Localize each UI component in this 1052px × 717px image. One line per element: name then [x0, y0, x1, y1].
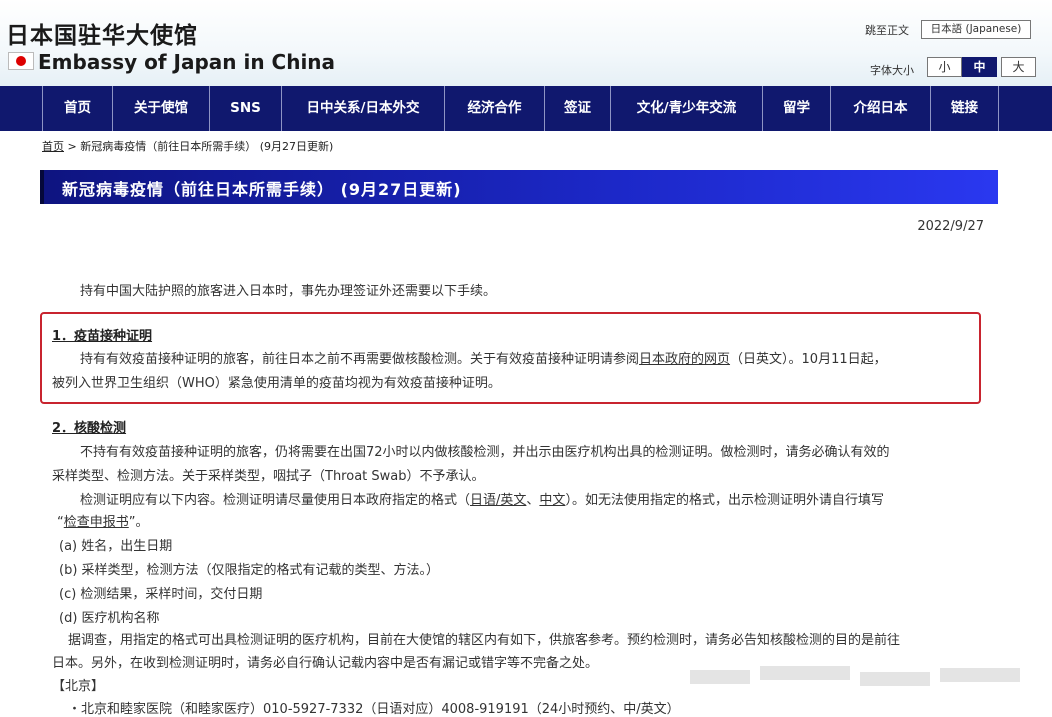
intro-text: 持有中国大陆护照的旅客进入日本时，事先办理签证外还需要以下手续。 — [80, 284, 497, 299]
section2-p1-line1: 不持有有效疫苗接种证明的旅客，仍将需要在出国72小时以内做核酸检测，并出示由医疗… — [80, 445, 890, 460]
nav-divider — [998, 86, 999, 131]
city-heading-beijing: 【北京】 — [52, 679, 105, 694]
nav-item-economy[interactable]: 经济合作 — [444, 86, 544, 131]
page-title: 新冠病毒疫情（前往日本所需手续） (9月27日更新) — [62, 180, 462, 199]
breadcrumb-separator: > — [67, 140, 77, 153]
format-cn-link[interactable]: 中文 — [539, 493, 565, 508]
section2-p2-sep: 、 — [526, 493, 540, 508]
section1-title: 1．疫苗接种证明 — [52, 329, 153, 344]
fontsize-medium-button[interactable]: 中 — [962, 57, 997, 77]
main-nav: 首页 关于使馆 SNS 日中关系/日本外交 经济合作 签证 文化/青少年交流 留… — [0, 86, 1052, 131]
list-item: (a) 姓名，出生日期 — [59, 539, 173, 554]
nav-item-culture[interactable]: 文化/青少年交流 — [610, 86, 762, 131]
page-title-banner: 新冠病毒疫情（前往日本所需手续） (9月27日更新) — [40, 170, 998, 204]
breadcrumb-current: 新冠病毒疫情（前往日本所需手续） (9月27日更新) — [80, 140, 334, 153]
section2-p3-line2: 日本。另外，在收到检测证明时，请务必自行确认记载内容中是否有漏记或错字等不完备之… — [52, 656, 599, 671]
section2-p1-line2: 采样类型、检测方法。关于采样类型，咽拭子（Throat Swab）不予承认。 — [52, 469, 485, 484]
section2-p2-text-b: ）。如无法使用指定的格式，出示检测证明外请自行填写 — [565, 493, 884, 508]
breadcrumb-home-link[interactable]: 首页 — [42, 140, 64, 153]
japan-govt-webpage-link[interactable]: 日本政府的网页 — [639, 352, 730, 367]
section1-line1: 持有有效疫苗接种证明的旅客，前往日本之前不再需要做核酸检测。关于有效疫苗接种证明… — [80, 348, 887, 367]
section2-p2-line1: 检测证明应有以下内容。检测证明请尽量使用日本政府指定的格式（日语/英文、中文）。… — [80, 489, 884, 508]
skip-to-content-link[interactable]: 跳至正文 — [865, 22, 909, 38]
nav-item-relations[interactable]: 日中关系/日本外交 — [281, 86, 444, 131]
japan-flag-icon — [8, 52, 34, 70]
format-jp-en-link[interactable]: 日语/英文 — [470, 493, 526, 508]
nav-item-about[interactable]: 关于使馆 — [112, 86, 209, 131]
site-title-en[interactable]: Embassy of Japan in China — [38, 50, 335, 74]
fontsize-large-button[interactable]: 大 — [1001, 57, 1036, 77]
breadcrumb: 首页 > 新冠病毒疫情（前往日本所需手续） (9月27日更新) — [42, 138, 333, 154]
site-title-jp[interactable]: 日本国驻华大使馆 — [6, 16, 198, 50]
list-item: (b) 采样类型，检测方法（仅限指定的格式有记载的类型、方法。） — [59, 563, 440, 578]
section1-text-b: （日英文）。10月11日起， — [730, 352, 887, 367]
declaration-form-link[interactable]: 检查申报书 — [64, 515, 129, 530]
section2-p2-line2: “检查申报书”。 — [57, 511, 149, 530]
section1-text-a: 持有有效疫苗接种证明的旅客，前往日本之前不再需要做核酸检测。关于有效疫苗接种证明… — [80, 352, 640, 367]
quote-close: ”。 — [128, 515, 149, 530]
nav-item-japan[interactable]: 介绍日本 — [830, 86, 930, 131]
fontsize-label: 字体大小 — [870, 64, 914, 77]
hospital-entry: ・北京和睦家医院（和睦家医疗）010-5927-7332（日语对应）4008-9… — [68, 702, 680, 717]
section1-line2: 被列入世界卫生组织（WHO）紧急使用清单的疫苗均视为有效疫苗接种证明。 — [52, 376, 501, 391]
language-switch-button[interactable]: 日本語 (Japanese) — [921, 20, 1031, 39]
nav-item-home[interactable]: 首页 — [42, 86, 112, 131]
list-item: (c) 检测结果，采样时间，交付日期 — [59, 587, 263, 602]
section2-title: 2．核酸检测 — [52, 421, 127, 436]
nav-item-links[interactable]: 链接 — [930, 86, 998, 131]
nav-item-visa[interactable]: 签证 — [544, 86, 610, 131]
site-header: 日本国驻华大使馆 Embassy of Japan in China 跳至正文 … — [0, 0, 1052, 86]
list-item: (d) 医疗机构名称 — [59, 611, 160, 626]
nav-item-sns[interactable]: SNS — [209, 86, 281, 131]
section2-p2-text-a: 检测证明应有以下内容。检测证明请尽量使用日本政府指定的格式（ — [80, 493, 471, 508]
publish-date: 2022/9/27 — [917, 219, 984, 234]
section2-p3-line1: 据调查，用指定的格式可出具检测证明的医疗机构，目前在大使馆的辖区内有如下，供旅客… — [68, 633, 901, 648]
blurred-watermark — [690, 660, 1030, 700]
nav-item-study[interactable]: 留学 — [762, 86, 830, 131]
quote-open: “ — [57, 515, 64, 530]
fontsize-small-button[interactable]: 小 — [927, 57, 962, 77]
